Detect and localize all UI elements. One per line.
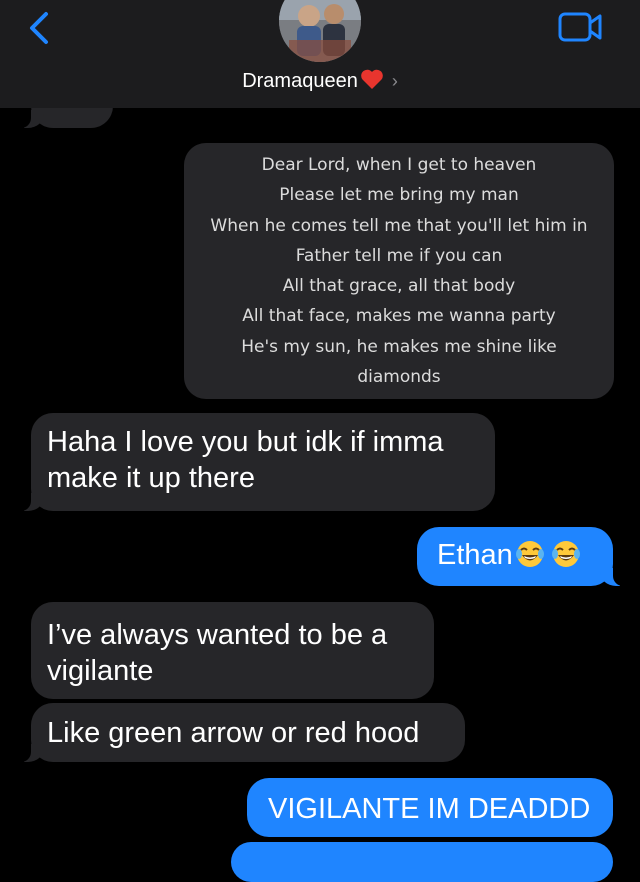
lyrics-line: He's my sun, he makes me shine like xyxy=(241,336,557,357)
laughing-tears-emoji-icon xyxy=(515,541,544,567)
lyrics-line: diamonds xyxy=(357,367,441,388)
avatar-photo xyxy=(279,0,361,62)
lyrics-line: When he comes tell me that you'll let hi… xyxy=(210,215,588,236)
message-bubble-sent[interactable]: Ethan xyxy=(417,527,639,586)
video-camera-icon[interactable] xyxy=(556,10,606,46)
message-line: make it up there xyxy=(47,462,255,494)
lyrics-line: Dear Lord, when I get to heaven xyxy=(261,155,537,175)
back-chevron-icon[interactable] xyxy=(20,8,60,48)
message-bubble-lyrics[interactable]: Dear Lord, when I get to heaven Please l… xyxy=(184,143,614,399)
message-text: Ethan xyxy=(437,537,613,573)
message-line: Haha I love you but idk if imma xyxy=(47,426,444,458)
lyrics-line: All that face, makes me wanna party xyxy=(242,306,556,327)
contact-name: Dramaqueen xyxy=(242,70,358,92)
message-text: Like green arrow or red hood xyxy=(47,717,420,749)
message-bubble-received[interactable]: I’ve always wanted to be a vigilante xyxy=(31,602,434,699)
lyrics-line: All that grace, all that body xyxy=(282,276,516,297)
chevron-right-icon: › xyxy=(391,71,398,91)
contact-name-button[interactable]: Dramaqueen › xyxy=(0,68,640,93)
message-text: I’ve always wanted to be a vigilante xyxy=(47,617,434,689)
heart-icon xyxy=(361,69,383,89)
message-bubble-received[interactable]: Like green arrow or red hood xyxy=(5,703,465,762)
message-bubble-received[interactable]: Haha I love you but idk if imma make it … xyxy=(5,413,495,511)
message-text: VIGILANTE IM DEADDD xyxy=(268,793,591,825)
message-line: vigilante xyxy=(47,655,154,687)
lyrics-text: Dear Lord, when I get to heaven Please l… xyxy=(184,150,614,392)
avatar[interactable] xyxy=(279,0,361,62)
message-line: Ethan xyxy=(437,539,513,571)
lyrics-line: Father tell me if you can xyxy=(295,245,503,266)
message-bubble-sent[interactable]: VIGILANTE IM DEADDD xyxy=(247,778,613,837)
message-text: Haha I love you but idk if imma make it … xyxy=(47,424,495,496)
message-bubble-sent-partial[interactable] xyxy=(231,842,613,882)
message-line: I’ve always wanted to be a xyxy=(47,619,388,651)
message-thread: Dear Lord, when I get to heaven Please l… xyxy=(0,0,640,882)
laughing-tears-emoji-icon xyxy=(551,541,580,567)
conversation-header: Dramaqueen › xyxy=(0,0,640,108)
lyrics-line: Please let me bring my man xyxy=(279,185,519,206)
